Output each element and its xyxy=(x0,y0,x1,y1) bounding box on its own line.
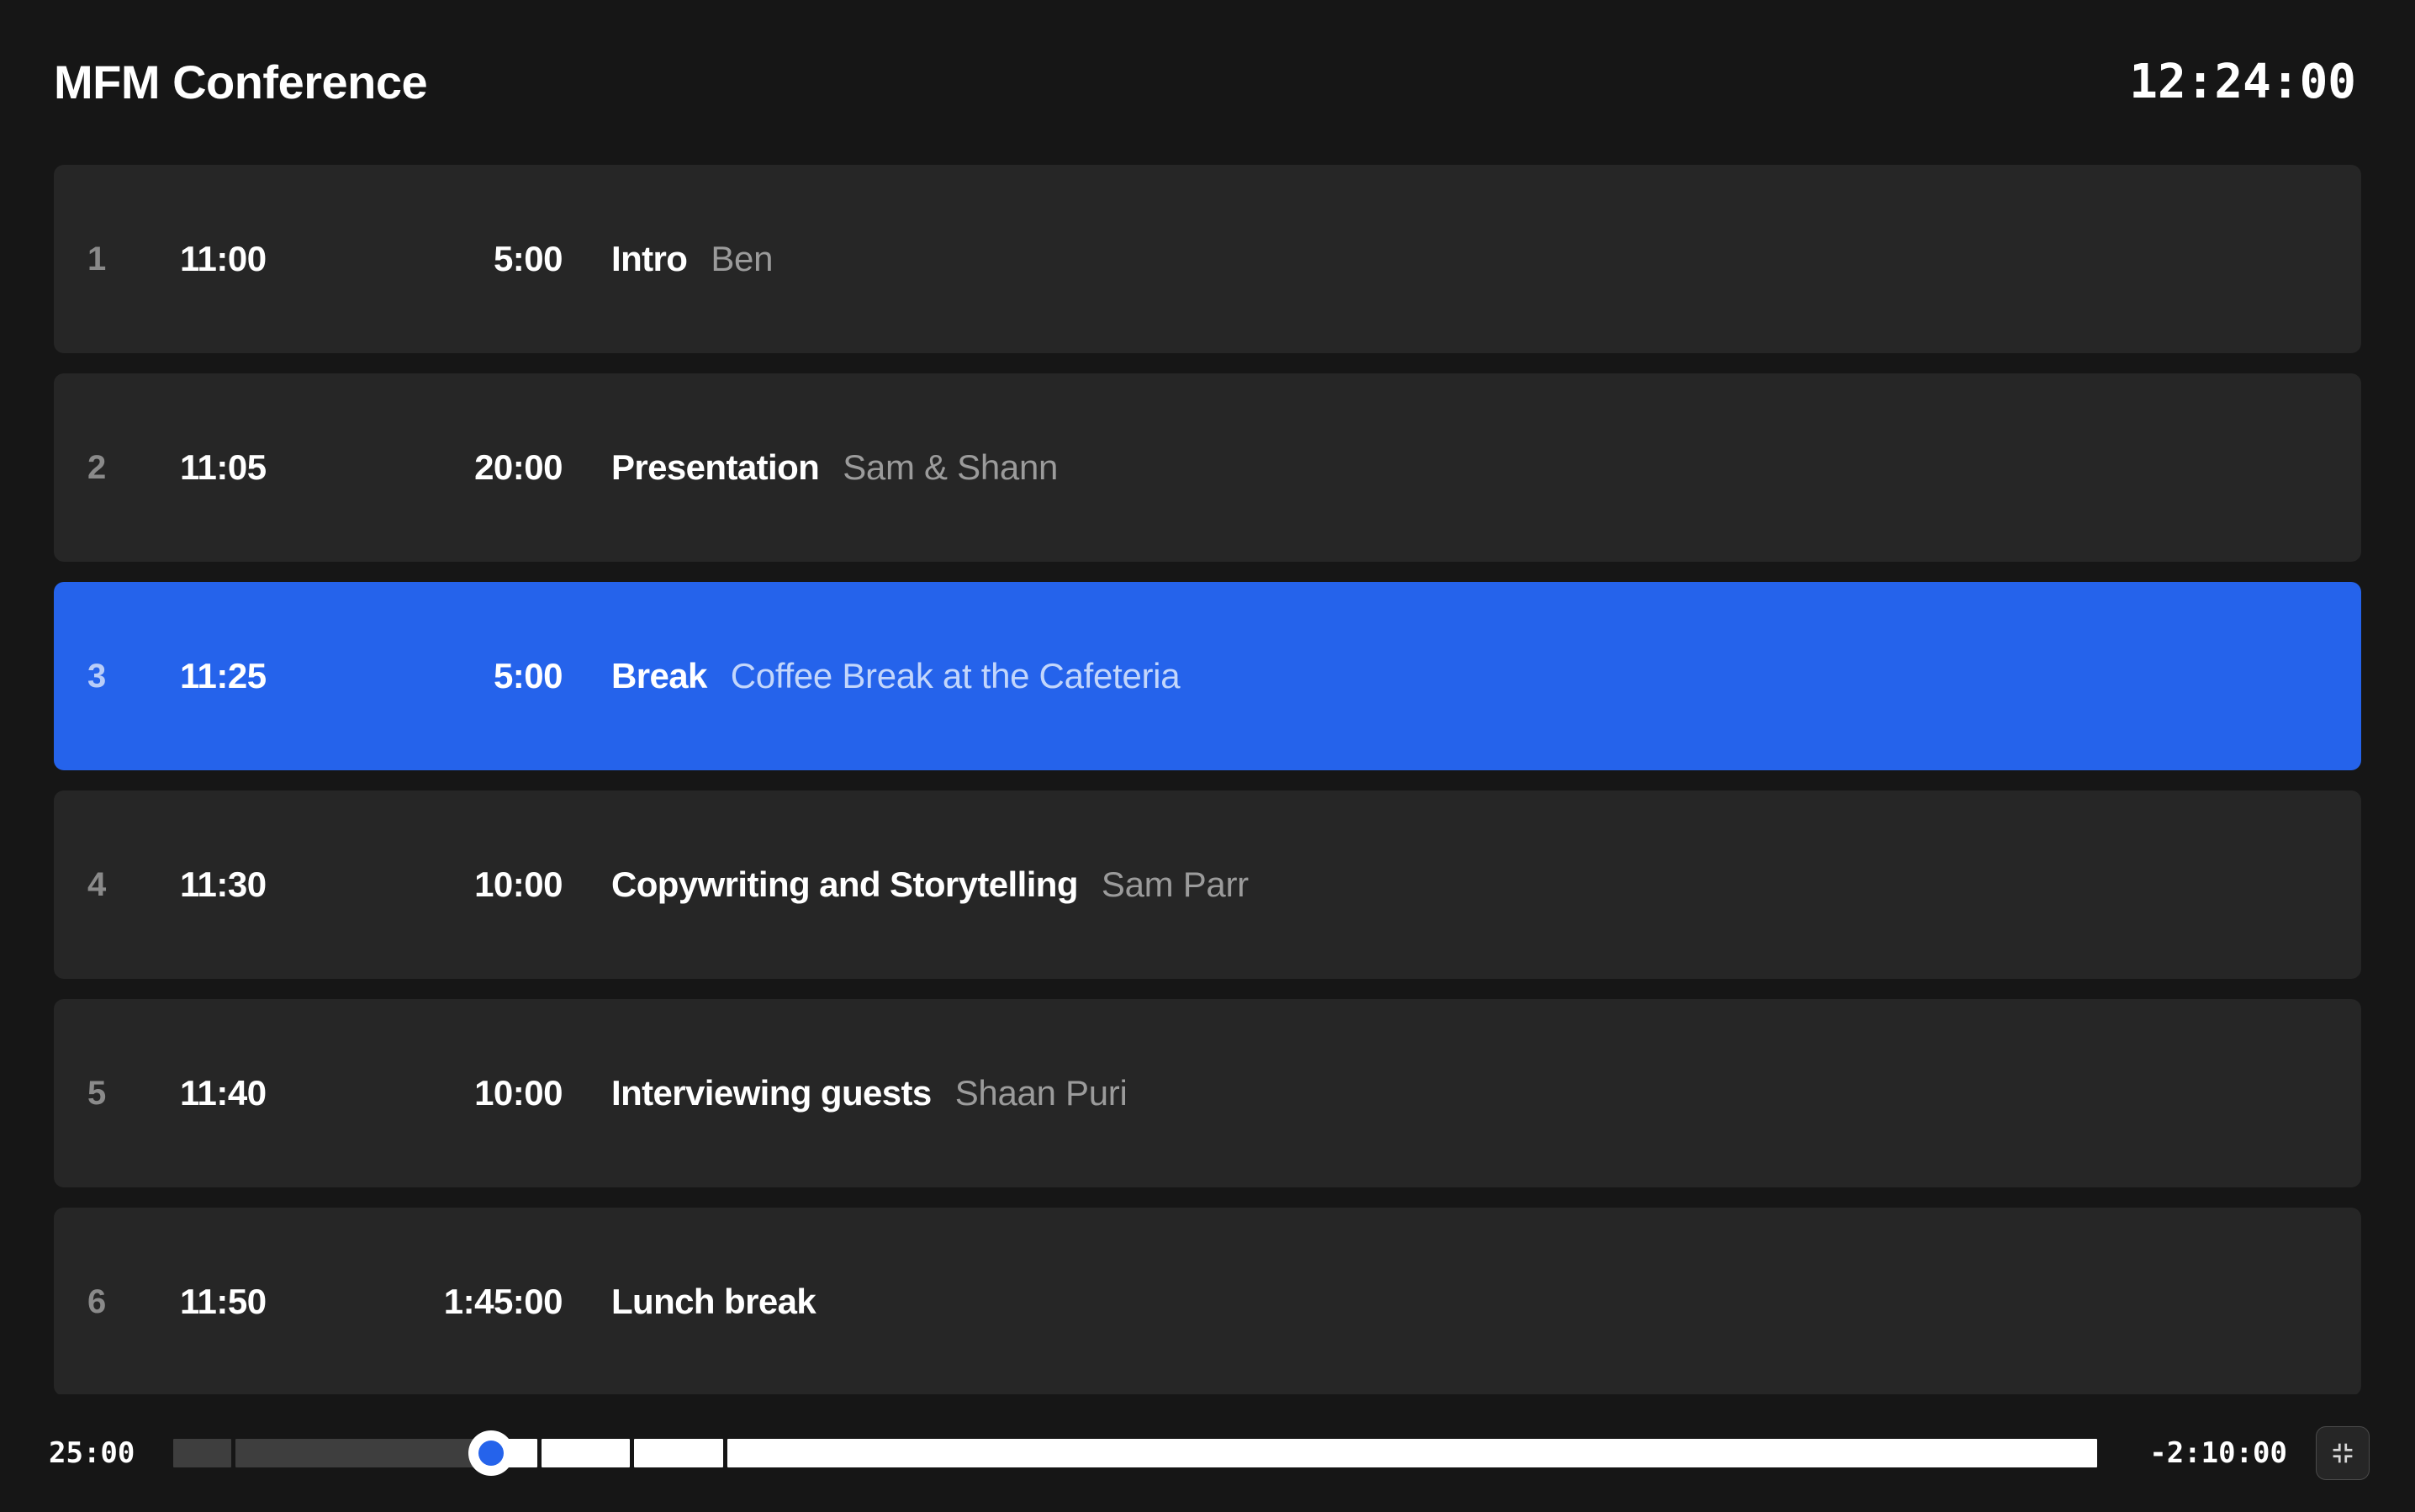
progress-segment[interactable] xyxy=(173,1439,231,1467)
row-duration: 1:45:00 xyxy=(443,1282,563,1321)
row-speaker: Shaan Puri xyxy=(954,1073,1128,1113)
row-title: Presentation xyxy=(611,447,820,487)
rundown-row[interactable]: 3 11:25 5:00 Break Coffee Break at the Cafet… xyxy=(54,582,2361,770)
row-title: Break xyxy=(611,656,707,695)
row-body: Intro Ben xyxy=(563,240,2328,278)
row-duration: 10:00 xyxy=(474,1073,563,1113)
row-index: 3 xyxy=(87,658,107,695)
row-index: 4 xyxy=(87,866,107,903)
row-start-time: 11:30 xyxy=(180,864,267,904)
rundown-list[interactable]: 1 11:00 5:00 Intro Ben 2 11:05 20:00 Presentatio… xyxy=(0,165,2415,1394)
progress-segment[interactable] xyxy=(634,1439,723,1467)
rundown-row[interactable]: 1 11:00 5:00 Intro Ben xyxy=(54,165,2361,353)
row-index: 1 xyxy=(87,241,107,278)
row-index: 6 xyxy=(87,1283,107,1320)
app-header: MFM Conference 12:24:00 xyxy=(0,0,2415,165)
row-start-time: 11:00 xyxy=(180,239,267,278)
row-speaker: Sam & Shann xyxy=(843,447,1059,487)
row-body: Lunch break xyxy=(563,1282,2328,1321)
row-duration: 5:00 xyxy=(493,239,563,278)
progress-segment[interactable] xyxy=(235,1439,476,1467)
rundown-app: MFM Conference 12:24:00 1 11:00 5:00 Intro B… xyxy=(0,0,2415,1512)
row-index: 5 xyxy=(87,1075,107,1112)
row-speaker: Sam Parr xyxy=(1101,864,1249,904)
exit-fullscreen-button[interactable] xyxy=(2316,1426,2370,1480)
wall-clock: 12:24:00 xyxy=(2129,55,2356,109)
exit-fullscreen-icon xyxy=(2330,1441,2355,1466)
row-title: Intro xyxy=(611,239,688,278)
row-duration: 10:00 xyxy=(474,864,563,904)
rundown-row[interactable]: 5 11:40 10:00 Interviewing guests Shaan Puri xyxy=(54,999,2361,1187)
row-speaker: Ben xyxy=(711,239,774,278)
rundown-row[interactable]: 4 11:30 10:00 Copywriting and Storytelling S… xyxy=(54,790,2361,979)
playhead-thumb[interactable] xyxy=(468,1430,514,1476)
progress-scrubber[interactable] xyxy=(173,1430,2098,1476)
row-start-time: 11:40 xyxy=(180,1073,267,1113)
page-title: MFM Conference xyxy=(54,56,428,108)
row-title: Lunch break xyxy=(611,1282,816,1321)
row-index: 2 xyxy=(87,449,107,486)
row-speaker: Coffee Break at the Cafeteria xyxy=(730,656,1181,695)
row-duration: 20:00 xyxy=(474,447,563,487)
row-start-time: 11:50 xyxy=(180,1282,267,1321)
row-title: Copywriting and Storytelling xyxy=(611,864,1078,904)
row-body: Presentation Sam & Shann xyxy=(563,448,2328,487)
progress-segment[interactable] xyxy=(542,1439,631,1467)
remaining-time: -2:10:00 xyxy=(2149,1436,2287,1470)
row-title: Interviewing guests xyxy=(611,1073,932,1113)
rundown-row[interactable]: 2 11:05 20:00 Presentation Sam & Shann xyxy=(54,373,2361,562)
transport-bar: 25:00 -2:10:00 xyxy=(0,1394,2415,1512)
rundown-row[interactable]: 6 11:50 1:45:00 Lunch break xyxy=(54,1208,2361,1394)
row-start-time: 11:25 xyxy=(180,656,267,695)
row-body: Interviewing guests Shaan Puri xyxy=(563,1074,2328,1113)
progress-segment[interactable] xyxy=(727,1439,2098,1467)
row-body: Break Coffee Break at the Cafeteria xyxy=(563,657,2328,695)
row-start-time: 11:05 xyxy=(180,447,267,487)
elapsed-time: 25:00 xyxy=(49,1436,135,1470)
row-body: Copywriting and Storytelling Sam Parr xyxy=(563,865,2328,904)
row-duration: 5:00 xyxy=(493,656,563,695)
